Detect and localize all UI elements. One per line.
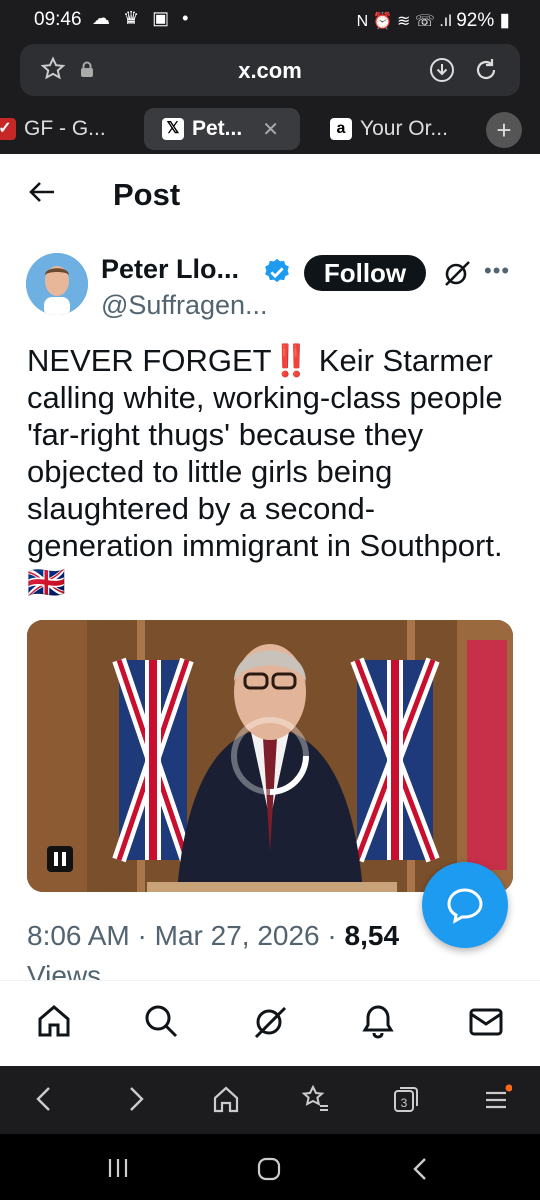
browser-toolbar: x.com	[0, 40, 540, 102]
tab-label: GF - G...	[24, 117, 106, 140]
recent-apps-icon[interactable]	[106, 1156, 130, 1180]
tab-gf[interactable]: ✓ GF - G...	[0, 108, 124, 150]
status-time: 09:46	[34, 9, 82, 30]
system-home-icon[interactable]	[256, 1156, 282, 1182]
avatar[interactable]	[26, 253, 88, 315]
x-bottom-nav	[0, 980, 540, 1066]
tweet-date: Mar 27, 2026	[154, 920, 320, 951]
home-icon[interactable]	[36, 1003, 72, 1039]
tab-strip: ✓ GF - G... 𝕏 Pet... ✕ a Your Or... +	[0, 102, 540, 154]
tab-label: Your Or...	[360, 117, 448, 140]
tab-close-icon[interactable]: ✕	[262, 117, 279, 142]
follow-button[interactable]: Follow	[304, 255, 426, 291]
grok-icon[interactable]	[442, 258, 472, 288]
verified-badge-icon	[265, 258, 289, 283]
tweet-meta: 8:06 AM · Mar 27, 2026 · 8,54	[27, 920, 399, 952]
author-photo	[26, 253, 88, 315]
tabs-count-icon[interactable]: 3	[392, 1084, 420, 1114]
compose-reply-button[interactable]	[422, 862, 508, 948]
pause-icon[interactable]	[47, 846, 73, 872]
grok-nav-icon[interactable]	[252, 1003, 288, 1039]
video-frame	[27, 620, 513, 892]
meta-separator: ·	[327, 920, 345, 951]
tweet-video[interactable]	[27, 620, 513, 892]
battery-level: 92%	[456, 10, 495, 31]
browser-forward-icon[interactable]	[124, 1084, 148, 1114]
reload-icon[interactable]	[472, 56, 500, 84]
status-bar: 09:46 ☁ ♛ ▣ • N ⏰ ≋ ☏ .ıl 92% ▮	[0, 0, 540, 40]
system-navigation-bar	[0, 1134, 540, 1200]
notifications-bell-icon[interactable]	[360, 1003, 396, 1039]
browser-back-icon[interactable]	[32, 1084, 56, 1114]
tweet-text: NEVER FORGET‼️ Keir Starmer calling whit…	[27, 343, 503, 600]
views-count: 8,54	[344, 920, 400, 951]
download-icon[interactable]	[428, 56, 456, 84]
menu-icon[interactable]	[482, 1084, 512, 1114]
status-icons: N ⏰ ≋ ☏ .ıl	[356, 13, 457, 30]
amazon-favicon-icon: a	[330, 118, 352, 140]
meta-separator: ·	[137, 920, 155, 951]
search-icon[interactable]	[143, 1003, 179, 1039]
author-name[interactable]: Peter Llo...	[101, 254, 239, 285]
browser-bottom-bar: 3	[0, 1066, 540, 1134]
bookmarks-icon[interactable]	[300, 1084, 330, 1114]
gf-favicon-icon: ✓	[0, 118, 16, 140]
page-title: Post	[113, 177, 181, 212]
tab-label: Pet...	[192, 117, 243, 140]
system-back-icon[interactable]	[408, 1156, 432, 1182]
browser-home-icon[interactable]	[212, 1084, 240, 1114]
back-arrow-icon[interactable]	[28, 180, 56, 204]
messages-mail-icon[interactable]	[468, 1003, 504, 1039]
tab-active-post[interactable]: 𝕏 Pet... ✕	[144, 108, 300, 150]
web-page: Post Peter Llo... @Suffragen... Follow •…	[0, 154, 540, 1066]
x-favicon-icon: 𝕏	[162, 118, 184, 140]
more-options-icon[interactable]: •••	[484, 258, 510, 284]
svg-text:3: 3	[401, 1096, 408, 1110]
author-handle[interactable]: @Suffragen...	[101, 290, 268, 321]
tab-amazon[interactable]: a Your Or...	[330, 108, 470, 150]
tweet-time: 8:06 AM	[27, 920, 130, 951]
notification-icons: ☁ ♛ ▣ •	[92, 8, 193, 28]
status-right: N ⏰ ≋ ☏ .ıl 92% ▮	[357, 9, 510, 32]
new-tab-button[interactable]: +	[486, 112, 522, 148]
compose-reply-icon	[447, 888, 483, 924]
battery-icon: ▮	[499, 10, 510, 31]
address-bar[interactable]: x.com	[20, 44, 520, 96]
